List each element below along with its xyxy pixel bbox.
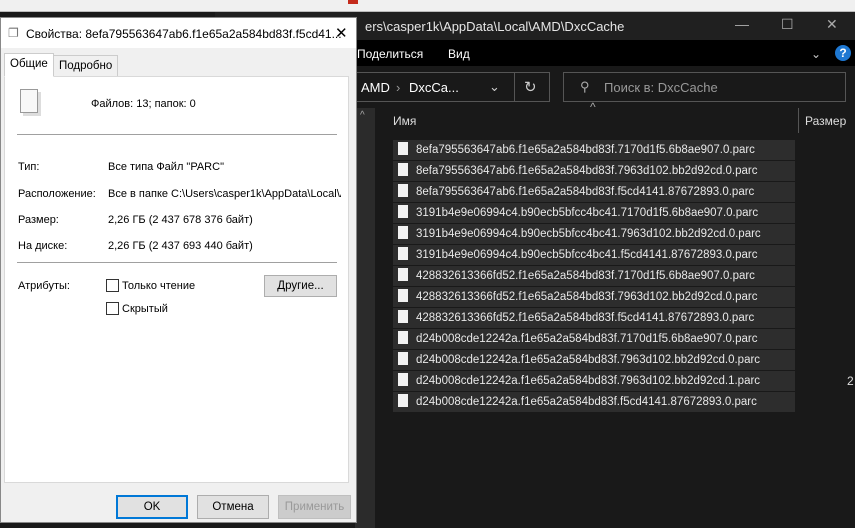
file-size-partial: 2 bbox=[847, 374, 854, 388]
file-row[interactable]: 8efa795563647ab6.f1e65a2a584bd83f.f5cd41… bbox=[393, 182, 795, 202]
ribbon-tab-view[interactable]: Вид bbox=[448, 47, 470, 61]
file-name: 428832613366fd52.f1e65a2a584bd83f.7170d1… bbox=[416, 270, 755, 282]
ribbon-tab-share[interactable]: Поделиться bbox=[357, 47, 423, 61]
search-input[interactable]: ⚲ Поиск в: DxcCache bbox=[563, 72, 846, 102]
file-row[interactable]: 428832613366fd52.f1e65a2a584bd83f.f5cd41… bbox=[393, 308, 795, 328]
readonly-label[interactable]: Только чтение bbox=[122, 280, 195, 292]
file-name: 8efa795563647ab6.f1e65a2a584bd83f.f5cd41… bbox=[416, 186, 755, 198]
address-bar[interactable]: AMD › DxcCa... ⌄ ↻ bbox=[345, 72, 550, 102]
background-window-strip bbox=[0, 0, 855, 12]
close-icon[interactable]: ✕ bbox=[826, 16, 838, 33]
location-label: Расположение: bbox=[18, 188, 96, 200]
file-icon bbox=[398, 205, 408, 218]
file-icon bbox=[398, 163, 408, 176]
file-name: 3191b4e9e06994c4.b90ecb5bfcc4bc41.f5cd41… bbox=[416, 249, 758, 261]
file-row[interactable]: d24b008cde12242a.f1e65a2a584bd83f.f5cd41… bbox=[393, 392, 795, 412]
file-name: 428832613366fd52.f1e65a2a584bd83f.7963d1… bbox=[416, 291, 758, 303]
breadcrumb-separator-icon: › bbox=[396, 80, 401, 95]
separator bbox=[17, 262, 337, 263]
file-icon bbox=[398, 373, 408, 386]
chevron-down-icon[interactable]: ⌄ bbox=[489, 79, 500, 95]
file-row[interactable]: 428832613366fd52.f1e65a2a584bd83f.7963d1… bbox=[393, 287, 795, 307]
location-value: Все в папке C:\Users\casper1k\AppData\Lo… bbox=[108, 188, 341, 200]
column-divider[interactable] bbox=[798, 108, 799, 133]
ok-button[interactable]: OK bbox=[116, 495, 188, 519]
column-name[interactable]: Имя bbox=[393, 114, 416, 128]
scroll-up-icon[interactable]: ^ bbox=[360, 110, 365, 121]
properties-dialog: ❐ Свойства: 8efa795563647ab6.f1e65a2a584… bbox=[0, 17, 357, 523]
background-close-button[interactable] bbox=[348, 0, 358, 4]
divider bbox=[514, 73, 515, 101]
file-row[interactable]: 8efa795563647ab6.f1e65a2a584bd83f.7170d1… bbox=[393, 140, 795, 160]
navigation-pane-scrollbar[interactable]: ^ bbox=[355, 108, 375, 528]
file-name: 428832613366fd52.f1e65a2a584bd83f.f5cd41… bbox=[416, 312, 755, 324]
search-icon: ⚲ bbox=[580, 79, 590, 94]
file-name: 3191b4e9e06994c4.b90ecb5bfcc4bc41.7963d1… bbox=[416, 228, 761, 240]
tab-details[interactable]: Подробно bbox=[53, 55, 119, 77]
dialog-titlebar: ❐ Свойства: 8efa795563647ab6.f1e65a2a584… bbox=[1, 18, 356, 48]
general-panel: Файлов: 13; папок: 0 Тип: Все типа Файл … bbox=[4, 76, 349, 483]
file-name: 3191b4e9e06994c4.b90ecb5bfcc4bc41.7170d1… bbox=[416, 207, 759, 219]
disk-size-label: На диске: bbox=[18, 240, 68, 252]
file-row[interactable]: 3191b4e9e06994c4.b90ecb5bfcc4bc41.7170d1… bbox=[393, 203, 795, 223]
other-attributes-button[interactable]: Другие... bbox=[264, 275, 337, 297]
file-icon bbox=[398, 268, 408, 281]
file-name: 8efa795563647ab6.f1e65a2a584bd83f.7963d1… bbox=[416, 165, 758, 177]
refresh-icon[interactable]: ↻ bbox=[524, 78, 537, 96]
file-icon bbox=[398, 184, 408, 197]
files-icon bbox=[20, 89, 38, 113]
file-row[interactable]: d24b008cde12242a.f1e65a2a584bd83f.7963d1… bbox=[393, 371, 795, 391]
file-icon bbox=[398, 142, 408, 155]
file-icon bbox=[398, 226, 408, 239]
close-icon[interactable]: ✕ bbox=[335, 24, 348, 42]
maximize-icon[interactable]: ☐ bbox=[781, 16, 794, 33]
breadcrumb-dxccache[interactable]: DxcCa... bbox=[409, 80, 459, 95]
file-name: d24b008cde12242a.f1e65a2a584bd83f.7963d1… bbox=[416, 375, 761, 387]
readonly-checkbox[interactable] bbox=[106, 279, 119, 292]
file-count: Файлов: 13; папок: 0 bbox=[91, 98, 196, 110]
file-row[interactable]: 428832613366fd52.f1e65a2a584bd83f.7170d1… bbox=[393, 266, 795, 286]
files-icon: ❐ bbox=[8, 26, 19, 40]
file-icon bbox=[398, 247, 408, 260]
type-value: Все типа Файл "PARC" bbox=[108, 161, 224, 173]
help-icon[interactable]: ? bbox=[835, 45, 851, 61]
hidden-checkbox[interactable] bbox=[106, 302, 119, 315]
file-row[interactable]: 3191b4e9e06994c4.b90ecb5bfcc4bc41.7963d1… bbox=[393, 224, 795, 244]
attributes-label: Атрибуты: bbox=[18, 280, 70, 292]
hidden-label[interactable]: Скрытый bbox=[122, 303, 168, 315]
window-path: ers\casper1k\AppData\Local\AMD\DxcCache bbox=[365, 19, 625, 34]
dialog-title: Свойства: 8efa795563647ab6.f1e65a2a584bd… bbox=[26, 27, 342, 41]
file-icon bbox=[398, 394, 408, 407]
file-name: d24b008cde12242a.f1e65a2a584bd83f.7963d1… bbox=[416, 354, 761, 366]
type-label: Тип: bbox=[18, 161, 40, 173]
search-placeholder: Поиск в: DxcCache bbox=[604, 80, 718, 95]
file-name: d24b008cde12242a.f1e65a2a584bd83f.7170d1… bbox=[416, 333, 758, 345]
file-icon bbox=[398, 352, 408, 365]
file-name: d24b008cde12242a.f1e65a2a584bd83f.f5cd41… bbox=[416, 396, 757, 408]
apply-button[interactable]: Применить bbox=[278, 495, 351, 519]
size-label: Размер: bbox=[18, 214, 59, 226]
cancel-button[interactable]: Отмена bbox=[197, 495, 269, 519]
column-size[interactable]: Размер bbox=[805, 114, 846, 128]
file-icon bbox=[398, 331, 408, 344]
size-value: 2,26 ГБ (2 437 678 376 байт) bbox=[108, 214, 253, 226]
separator bbox=[17, 134, 337, 135]
file-name: 8efa795563647ab6.f1e65a2a584bd83f.7170d1… bbox=[416, 144, 755, 156]
file-icon bbox=[398, 289, 408, 302]
breadcrumb-amd[interactable]: AMD bbox=[361, 80, 390, 95]
file-row[interactable]: 3191b4e9e06994c4.b90ecb5bfcc4bc41.f5cd41… bbox=[393, 245, 795, 265]
disk-size-value: 2,26 ГБ (2 437 693 440 байт) bbox=[108, 240, 253, 252]
tab-general[interactable]: Общие bbox=[4, 53, 54, 77]
file-icon bbox=[398, 310, 408, 323]
file-row[interactable]: d24b008cde12242a.f1e65a2a584bd83f.7963d1… bbox=[393, 350, 795, 370]
column-header: Имя ^ Размер bbox=[375, 100, 855, 133]
sort-up-icon: ^ bbox=[590, 100, 596, 114]
file-row[interactable]: d24b008cde12242a.f1e65a2a584bd83f.7170d1… bbox=[393, 329, 795, 349]
file-row[interactable]: 8efa795563647ab6.f1e65a2a584bd83f.7963d1… bbox=[393, 161, 795, 181]
minimize-icon[interactable]: — bbox=[735, 16, 749, 32]
chevron-down-icon[interactable]: ⌄ bbox=[811, 47, 821, 61]
